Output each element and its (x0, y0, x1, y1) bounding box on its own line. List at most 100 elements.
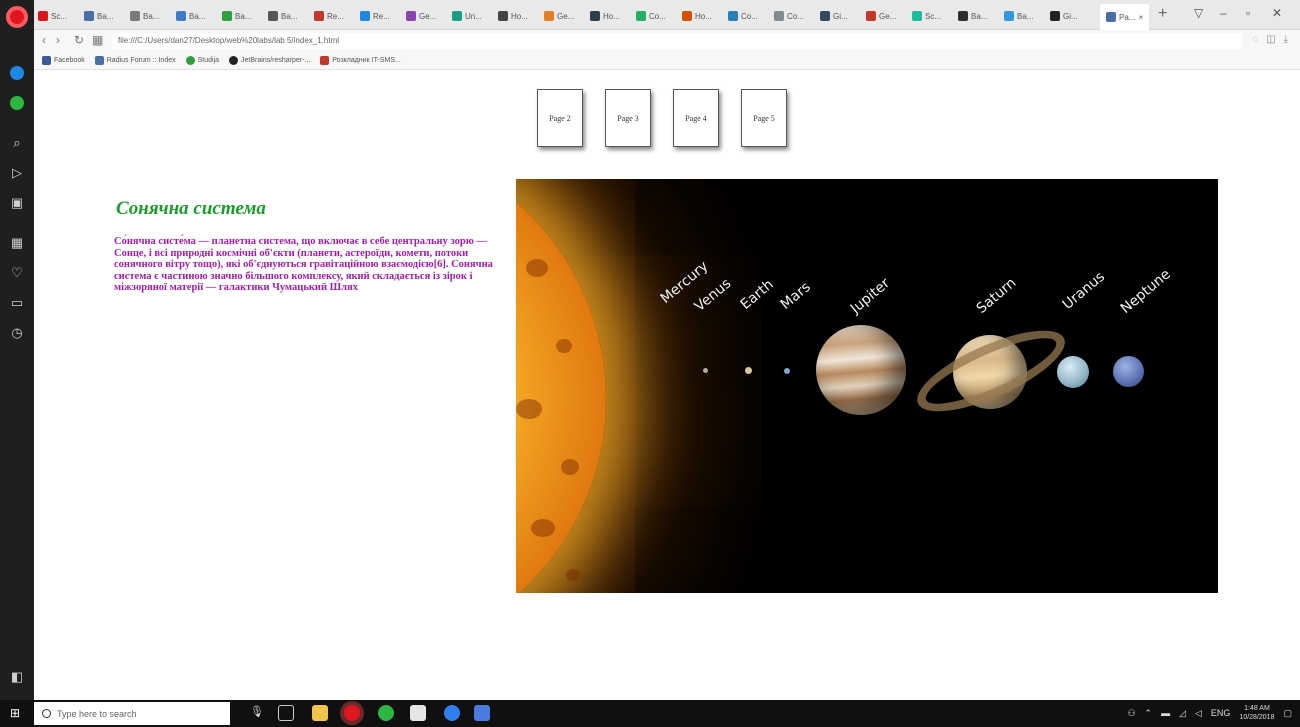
tab-favicon-icon (820, 11, 830, 21)
page-2-link[interactable]: Page 2 (537, 89, 583, 147)
clock[interactable]: 1:48 AM 10/28/2018 (1239, 704, 1274, 722)
browser-tab[interactable]: Co... (636, 7, 666, 25)
tab-favicon-icon (1050, 11, 1060, 21)
browser-tab[interactable]: Ba... (268, 7, 297, 25)
history-icon[interactable]: ◷ (8, 324, 26, 342)
battery-icon[interactable]: ▬ (1161, 708, 1170, 718)
bookmark-item[interactable]: JetBrains/resharper-... (229, 56, 310, 65)
studija-icon (185, 56, 195, 65)
whatsapp-icon[interactable] (8, 94, 26, 112)
search-circle-icon (42, 709, 51, 718)
tab-menu-icon[interactable]: ▽ (1194, 6, 1203, 20)
snapshot-icon[interactable]: ▣ (8, 194, 26, 212)
page-5-link[interactable]: Page 5 (741, 89, 787, 147)
snapshot-camera-icon[interactable]: ◫ (1266, 34, 1275, 45)
speed-dial-grid-icon[interactable]: ▦ (92, 33, 103, 47)
tab-favicon-icon (590, 11, 600, 21)
browser-tab[interactable]: Sc... (38, 7, 67, 25)
microphone-icon[interactable]: 🎙 (250, 705, 266, 721)
page-4-link[interactable]: Page 4 (673, 89, 719, 147)
opera-taskbar-icon[interactable] (344, 705, 360, 721)
browser-tab[interactable]: Gi... (1050, 7, 1078, 25)
mercury (703, 368, 708, 373)
tab-favicon-icon (866, 11, 876, 21)
browser-tab[interactable]: Co... (774, 7, 804, 25)
tab-favicon-icon (682, 11, 692, 21)
notifications-icon[interactable]: ▢ (1283, 708, 1292, 719)
people-icon[interactable]: ⚇ (1127, 708, 1135, 719)
back-icon[interactable]: ‹ (42, 33, 46, 47)
network-icon[interactable]: ◿ (1179, 708, 1186, 719)
forward-icon[interactable]: › (56, 33, 60, 47)
whatsapp-taskbar-icon[interactable] (378, 705, 394, 721)
file-explorer-icon[interactable] (312, 705, 328, 721)
browser-tab[interactable]: Un... (452, 7, 482, 25)
browser-tab[interactable]: Ho... (682, 7, 712, 25)
speed-dial-icon[interactable]: ▦ (8, 234, 26, 252)
browser-tab[interactable]: Ba... (130, 7, 159, 25)
task-view-icon[interactable] (278, 705, 294, 721)
bookmark-item[interactable]: Facebook (42, 56, 85, 65)
tab-favicon-icon (912, 11, 922, 21)
page-3-link[interactable]: Page 3 (605, 89, 651, 147)
windows-start-icon[interactable]: ⊞ (10, 707, 24, 720)
browser-tab-active[interactable]: Pa... × (1100, 4, 1150, 30)
bookmarks-bar: Facebook Radius Forum :: Index Studija J… (34, 52, 1300, 70)
browser-tab[interactable]: Ba... (84, 7, 113, 25)
venus (745, 367, 752, 374)
tab-favicon-icon (544, 11, 554, 21)
address-bar-actions: ◌ ◫ ⤓ (1252, 34, 1288, 45)
telegram-icon[interactable] (444, 705, 460, 721)
tab-favicon-icon (958, 11, 968, 21)
tab-favicon-icon (406, 11, 416, 21)
tab-favicon-icon (728, 11, 738, 21)
browser-tab[interactable]: Ba... (176, 7, 205, 25)
flow-icon[interactable]: ▷ (8, 164, 26, 182)
close-icon[interactable]: ✕ (1272, 6, 1282, 20)
browser-tab[interactable]: Ba... (958, 7, 987, 25)
browser-tab[interactable]: Re... (314, 7, 344, 25)
browser-tab[interactable]: Ge... (406, 7, 436, 25)
article-paragraph: Со́нячна систе́ма — планетна система, що… (114, 236, 493, 294)
bookmark-item[interactable]: Розкладник IT-SMS... (320, 56, 401, 65)
browser-tab[interactable]: Ba... (1004, 7, 1033, 25)
maximize-icon[interactable]: ▫ (1246, 6, 1250, 20)
planet-label: Uranus (1059, 268, 1109, 313)
photos-icon[interactable] (474, 705, 490, 721)
tabs-icon[interactable]: ▭ (8, 294, 26, 312)
taskbar-search-box[interactable]: Type here to search (34, 702, 230, 725)
bookmark-item[interactable]: Studija (185, 56, 219, 65)
browser-sidebar: ⌕ ▷ ▣ ▦ ♡ ▭ ◷ ◧ (0, 0, 34, 700)
show-hidden-icons-icon[interactable]: ⌃ (1145, 708, 1153, 719)
browser-tab[interactable]: Sc... (912, 7, 941, 25)
adblock-icon[interactable]: ◌ (1252, 34, 1258, 45)
planet-label: Neptune (1117, 266, 1174, 317)
address-bar: ‹ › ↻ ▦ file:///C:/Users/dan27/Desktop/w… (34, 30, 1300, 52)
opera-menu-icon[interactable] (6, 6, 28, 28)
browser-tab[interactable]: Ba... (222, 7, 251, 25)
taskbar: ⊞ Type here to search 🎙 ⚇ ⌃ ▬ ◿ ◁ ENG 1:… (0, 700, 1300, 727)
language-indicator[interactable]: ENG (1211, 708, 1231, 718)
bookmarks-heart-icon[interactable]: ♡ (8, 264, 26, 282)
sidebar-toggle-icon[interactable]: ◧ (8, 668, 26, 686)
browser-tab[interactable]: Re... (360, 7, 390, 25)
browser-tab[interactable]: Co... (728, 7, 758, 25)
messenger-icon[interactable] (8, 64, 26, 82)
browser-tab[interactable]: Gi... (820, 7, 848, 25)
bookmark-item[interactable]: Radius Forum :: Index (94, 56, 176, 65)
download-icon[interactable]: ⤓ (1284, 34, 1288, 45)
earth (784, 368, 790, 374)
browser-tab[interactable]: Ge... (544, 7, 574, 25)
volume-icon[interactable]: ◁ (1195, 708, 1202, 719)
browser-tab[interactable]: Ho... (590, 7, 620, 25)
browser-tab[interactable]: Ge... (866, 7, 896, 25)
facebook-icon (42, 56, 51, 65)
browser-tab[interactable]: Ho... (498, 7, 528, 25)
new-tab-button[interactable]: + (1158, 5, 1167, 23)
minimize-icon[interactable]: – (1220, 6, 1227, 20)
notepad-icon[interactable] (410, 705, 426, 721)
url-input[interactable]: file:///C:/Users/dan27/Desktop/web%20lab… (112, 33, 1242, 49)
search-icon[interactable]: ⌕ (8, 134, 26, 152)
reload-icon[interactable]: ↻ (74, 33, 84, 47)
tab-close-icon[interactable]: × (1138, 13, 1143, 22)
